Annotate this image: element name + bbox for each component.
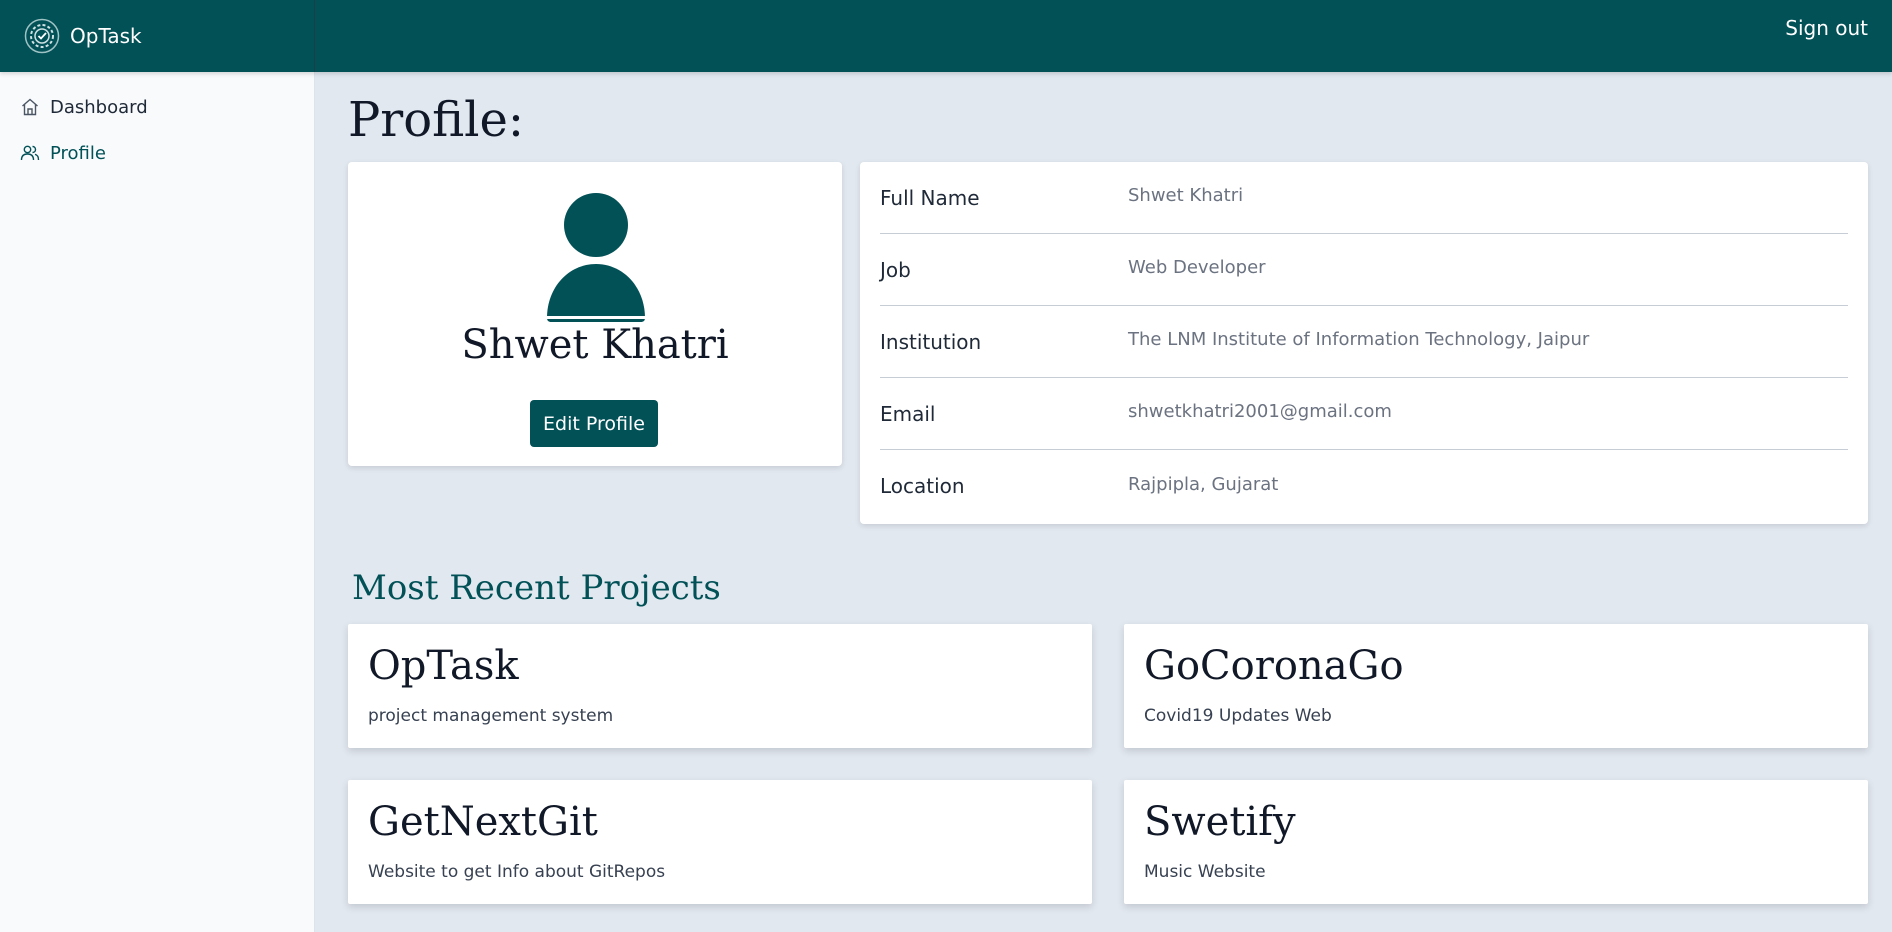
home-icon <box>20 96 42 118</box>
profile-name: Shwet Khatri <box>461 322 729 368</box>
project-description: project management system <box>368 706 614 726</box>
sidebar: Dashboard Profile <box>0 72 315 932</box>
info-row-email: Email shwetkhatri2001@gmail.com <box>880 378 1848 450</box>
project-card[interactable]: Swetify Music Website <box>1124 780 1868 904</box>
sign-out-link[interactable]: Sign out <box>1785 16 1868 40</box>
project-card[interactable]: OpTask project management system <box>348 624 1092 748</box>
optask-logo-icon <box>24 18 60 54</box>
recent-projects-heading: Most Recent Projects <box>352 568 721 608</box>
info-label: Full Name <box>880 185 980 210</box>
info-value: The LNM Institute of Information Technol… <box>1128 329 1590 350</box>
info-value: Shwet Khatri <box>1128 185 1244 206</box>
project-card[interactable]: GetNextGit Website to get Info about Git… <box>348 780 1092 904</box>
info-value: shwetkhatri2001@gmail.com <box>1128 401 1392 422</box>
sidebar-item-dashboard[interactable]: Dashboard <box>0 84 314 130</box>
main-content: Profile: Shwet Khatri Edit Profile Full … <box>316 72 1892 932</box>
project-description: Music Website <box>1144 862 1266 882</box>
info-row-full-name: Full Name Shwet Khatri <box>880 162 1848 234</box>
info-row-institution: Institution The LNM Institute of Informa… <box>880 306 1848 378</box>
project-description: Website to get Info about GitRepos <box>368 862 666 882</box>
project-title: Swetify <box>1144 799 1296 845</box>
edit-profile-button[interactable]: Edit Profile <box>530 400 658 447</box>
project-description: Covid19 Updates Web <box>1144 706 1332 726</box>
project-card[interactable]: GoCoronaGo Covid19 Updates Web <box>1124 624 1868 748</box>
project-title: GoCoronaGo <box>1144 643 1404 689</box>
info-value: Web Developer <box>1128 257 1266 278</box>
profile-info-card: Full Name Shwet Khatri Job Web Developer… <box>860 162 1868 524</box>
top-navbar: OpTask Sign out <box>0 0 1892 72</box>
project-title: GetNextGit <box>368 799 598 845</box>
sidebar-item-profile[interactable]: Profile <box>0 130 314 176</box>
brand[interactable]: OpTask <box>0 0 315 72</box>
info-label: Email <box>880 401 936 426</box>
profile-card: Shwet Khatri Edit Profile <box>348 162 842 466</box>
info-row-job: Job Web Developer <box>880 234 1848 306</box>
app-name: OpTask <box>70 24 142 48</box>
info-row-location: Location Rajpipla, Gujarat <box>880 450 1848 522</box>
project-title: OpTask <box>368 643 519 689</box>
avatar-icon <box>541 192 651 322</box>
info-label: Job <box>880 257 911 282</box>
info-value: Rajpipla, Gujarat <box>1128 473 1279 495</box>
info-label: Institution <box>880 329 982 354</box>
sidebar-item-label: Profile <box>50 142 106 164</box>
page-title: Profile: <box>348 92 525 148</box>
users-icon <box>20 142 42 164</box>
sidebar-item-label: Dashboard <box>50 96 148 118</box>
info-label: Location <box>880 474 965 498</box>
